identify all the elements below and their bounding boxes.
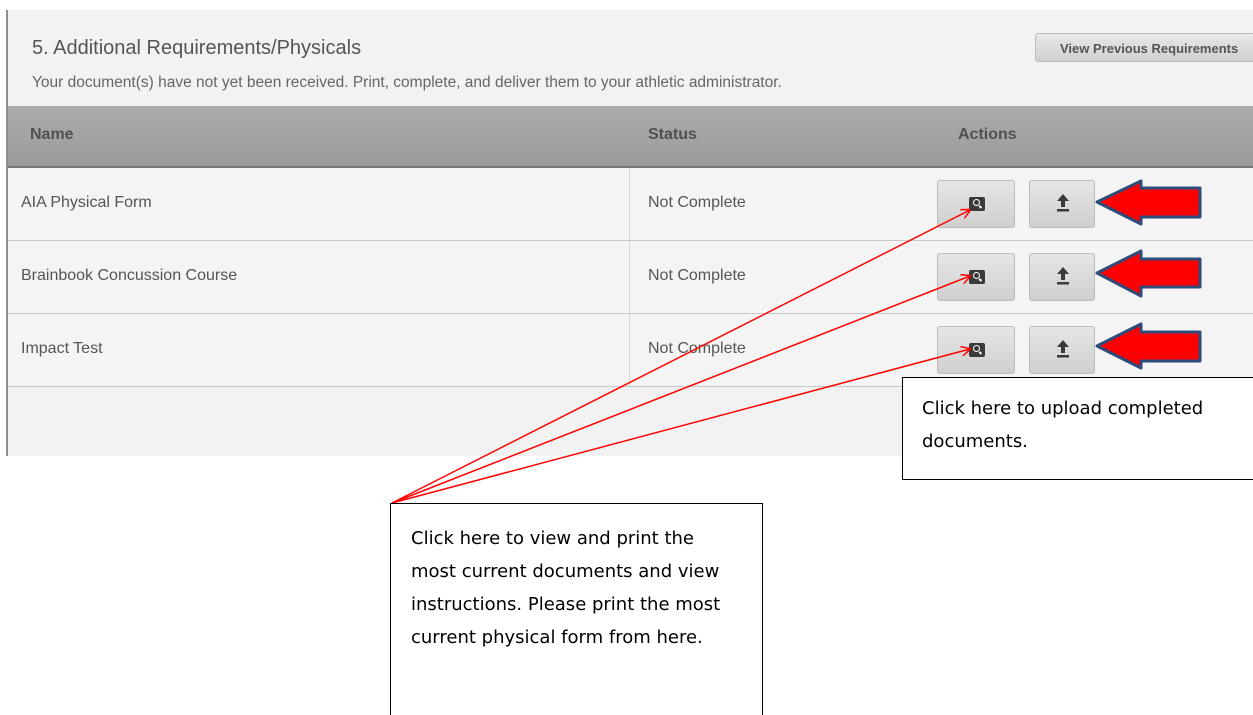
column-header-name: Name: [30, 126, 74, 143]
upload-callout-box: Click here to upload completed documents…: [902, 377, 1253, 480]
section-title: 5. Additional Requirements/Physicals: [32, 37, 362, 59]
upload-document-button[interactable]: [1029, 180, 1095, 228]
view-document-icon: [969, 197, 985, 211]
section-subtitle: Your document(s) have not yet been recei…: [32, 74, 782, 91]
view-document-button[interactable]: [937, 180, 1015, 228]
view-callout-box: Click here to view and print the most cu…: [390, 503, 763, 715]
view-document-icon: [969, 343, 985, 357]
table-row: AIA Physical Form Not Complete: [8, 168, 1253, 241]
column-divider: [629, 241, 630, 313]
upload-icon: [1057, 267, 1069, 285]
requirement-status: Not Complete: [648, 194, 746, 211]
requirement-name: AIA Physical Form: [21, 194, 152, 211]
requirement-name: Brainbook Concussion Course: [21, 267, 238, 284]
upload-icon: [1057, 194, 1069, 212]
requirement-status: Not Complete: [648, 267, 746, 284]
column-header-status: Status: [648, 126, 697, 143]
requirement-status: Not Complete: [648, 340, 746, 357]
column-divider: [629, 314, 630, 386]
upload-document-button[interactable]: [1029, 326, 1095, 374]
column-header-actions: Actions: [958, 126, 1017, 143]
view-document-button[interactable]: [937, 253, 1015, 301]
screenshot-page: 5. Additional Requirements/Physicals You…: [0, 0, 1253, 715]
view-document-icon: [969, 270, 985, 284]
view-document-button[interactable]: [937, 326, 1015, 374]
upload-icon: [1057, 340, 1069, 358]
table-header: Name Status Actions: [8, 106, 1253, 168]
requirement-name: Impact Test: [21, 340, 103, 357]
upload-document-button[interactable]: [1029, 253, 1095, 301]
table-row: Brainbook Concussion Course Not Complete: [8, 241, 1253, 314]
column-divider: [629, 168, 630, 240]
view-previous-requirements-button[interactable]: View Previous Requirements: [1035, 33, 1253, 62]
